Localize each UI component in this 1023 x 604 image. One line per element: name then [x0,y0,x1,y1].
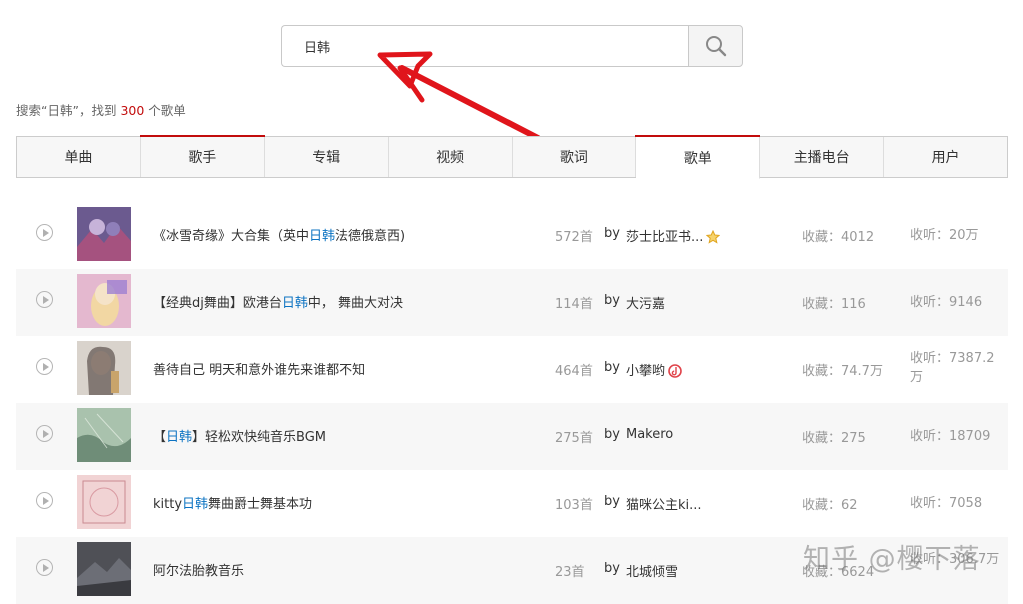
tab-radio[interactable]: 主播电台 [760,137,885,177]
watermark: 知乎 @樱下落 [803,544,981,575]
creator-link[interactable]: 北城倾雪 [626,561,678,580]
playlist-title[interactable]: kitty日韩舞曲爵士舞基本功 [153,493,312,512]
title-text: 中， 舞曲大对决 [307,296,404,311]
table-row: 【经典dj舞曲】欧港台日韩中， 舞曲大对决 114首 by 大污嘉 收藏：116… [16,269,1008,336]
creator-link[interactable]: 莎士比亚书... [626,226,721,245]
result-count: 300 [120,103,145,118]
creator-name: 莎士比亚书... [626,230,704,245]
title-text: 《冰雪奇缘》大合集（英中 [153,229,310,244]
creator-link[interactable]: Makero [626,427,673,442]
by-label: by [604,360,620,375]
title-text: 【经典dj舞曲】欧港台 [153,296,282,311]
creator-name: Makero [626,427,674,442]
playlist-cover[interactable] [77,207,131,261]
playlist-cover[interactable] [77,542,131,596]
playlist-cover[interactable] [77,408,131,462]
star-badge-icon [706,230,721,244]
tab-songs[interactable]: 单曲 [17,137,141,177]
listen-count: 收听：7058 [910,496,983,511]
tab-users[interactable]: 用户 [884,137,1007,177]
listen-count: 收听：9146 [910,295,983,310]
result-summary: 搜索“日韩”，找到 300 个歌单 [16,100,186,119]
by-label: by [604,494,620,509]
creator-link[interactable]: 猫咪公主ki... [626,494,702,513]
collect-count: 收藏：275 [802,431,866,446]
tab-artists[interactable]: 歌手 [139,135,265,177]
track-count: 114首 [555,297,593,312]
table-row: 【日韩】轻松欢快纯音乐BGM 275首 by Makero 收藏：275 收听：… [16,403,1008,470]
title-text: kitty [153,497,183,512]
result-tabs: 单曲 歌手 专辑 视频 歌词 歌单 主播电台 用户 [16,135,1008,179]
playlist-cover[interactable] [77,274,131,328]
play-icon[interactable] [36,291,53,308]
play-icon[interactable] [36,559,53,576]
title-text: 【 [153,430,167,445]
table-row: 善待自己 明天和意外谁先来谁都不知 464首 by 小攀哟 收藏：74.7万 收… [16,336,1008,403]
play-icon[interactable] [36,425,53,442]
table-row: kitty日韩舞曲爵士舞基本功 103首 by 猫咪公主ki... 收藏：62 … [16,470,1008,537]
title-highlight: 日韩 [309,229,336,244]
tab-playlists[interactable]: 歌单 [635,135,761,179]
tab-videos[interactable]: 视频 [389,137,513,177]
play-icon[interactable] [36,492,53,509]
track-count: 275首 [555,431,593,446]
listen-count: 收听：7387.2万 [910,351,995,385]
collect-count: 收藏：116 [802,297,866,312]
track-count: 572首 [555,230,593,245]
by-label: by [604,226,620,241]
creator-name: 小攀哟 [626,364,666,379]
collect-count: 收藏：62 [802,498,858,513]
creator-name: 北城倾雪 [626,565,679,580]
playlist-title[interactable]: 【经典dj舞曲】欧港台日韩中， 舞曲大对决 [153,292,403,311]
collect-count: 收藏：74.7万 [802,364,883,379]
creator-name: 大污嘉 [626,297,666,312]
track-count: 23首 [555,565,585,580]
title-text: 阿尔法胎教音乐 [153,564,245,579]
by-label: by [604,427,620,442]
collect-count: 收藏：4012 [802,230,875,245]
title-highlight: 日韩 [166,430,193,445]
by-label: by [604,561,620,576]
table-row: 《冰雪奇缘》大合集（英中日韩法德俄意西) 572首 by 莎士比亚书... 收藏… [16,202,1008,269]
creator-name: 猫咪公主ki... [626,498,702,513]
play-icon[interactable] [36,358,53,375]
playlist-title[interactable]: 《冰雪奇缘》大合集（英中日韩法德俄意西) [153,225,405,244]
playlist-title[interactable]: 【日韩】轻松欢快纯音乐BGM [153,426,326,445]
title-highlight: 日韩 [281,296,308,311]
track-count: 103首 [555,498,593,513]
music-badge-icon [668,364,682,378]
playlist-title[interactable]: 阿尔法胎教音乐 [153,560,244,579]
listen-count: 收听：20万 [910,228,979,243]
title-highlight: 日韩 [182,497,209,512]
play-icon[interactable] [36,224,53,241]
search-icon [705,36,726,57]
summary-suffix: 个歌单 [144,103,186,118]
tab-albums[interactable]: 专辑 [265,137,389,177]
playlist-title[interactable]: 善待自己 明天和意外谁先来谁都不知 [153,359,365,378]
annotation-arrow-icon [377,51,541,141]
playlist-cover[interactable] [77,341,131,395]
track-count: 464首 [555,364,593,379]
title-text: 法德俄意西) [335,229,406,244]
listen-count: 收听：18709 [910,429,991,444]
by-label: by [604,293,620,308]
tab-lyrics[interactable]: 歌词 [513,137,637,177]
creator-link[interactable]: 小攀哟 [626,360,682,379]
summary-prefix: 搜索“日韩”，找到 [16,103,121,118]
playlist-cover[interactable] [77,475,131,529]
creator-link[interactable]: 大污嘉 [626,293,665,312]
title-text: 舞曲爵士舞基本功 [208,497,313,512]
title-text: 善待自己 明天和意外谁先来谁都不知 [153,363,366,378]
search-button[interactable] [688,25,743,67]
title-text: 】轻松欢快纯音乐BGM [192,430,327,445]
